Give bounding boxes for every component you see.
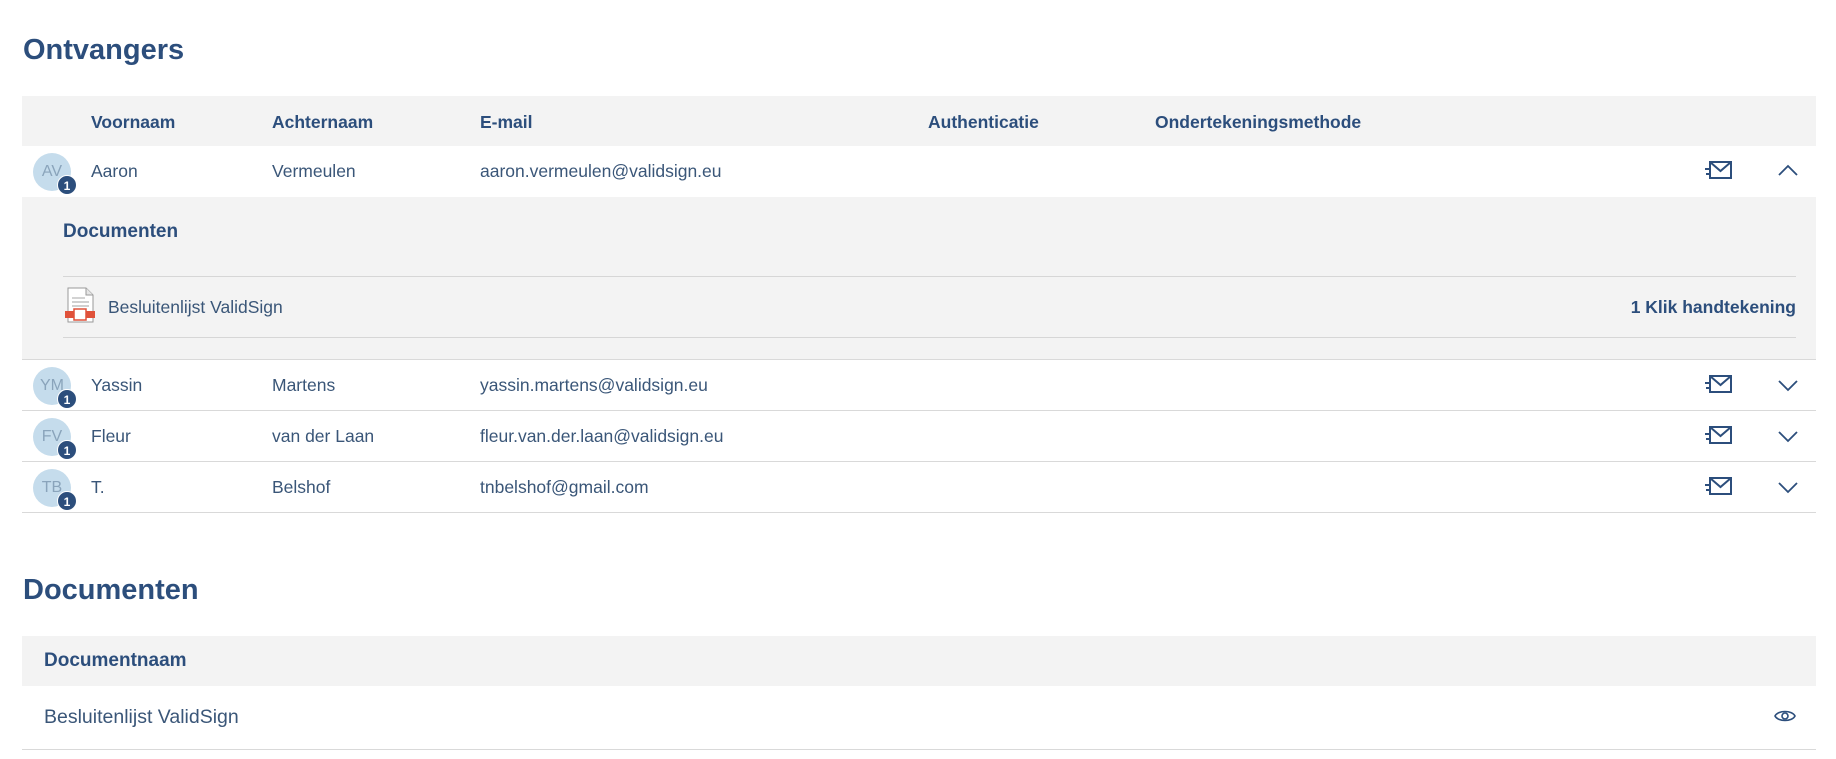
recipients-table-header: Voornaam Achternaam E-mail Authenticatie… xyxy=(22,96,1816,146)
documents-table: Documentnaam Besluitenlijst ValidSign xyxy=(22,636,1816,750)
recipient-documents-title: Documenten xyxy=(63,221,179,242)
header-email: E-mail xyxy=(480,112,533,132)
recipient-document-item: Besluitenlijst ValidSign 1 Klik handteke… xyxy=(63,276,1796,338)
recipient-email: fleur.van.der.laan@validsign.eu xyxy=(480,426,724,446)
recipient-email: yassin.martens@validsign.eu xyxy=(480,375,708,395)
mail-send-icon[interactable] xyxy=(1705,160,1733,182)
recipient-document-name: Besluitenlijst ValidSign xyxy=(108,297,283,317)
page: Ontvangers Voornaam Achternaam E-mail Au… xyxy=(0,0,1836,759)
recipient-row[interactable]: AV 1 Aaron Vermeulen aaron.vermeulen@val… xyxy=(22,146,1816,197)
recipient-first-name: Aaron xyxy=(91,161,138,181)
avatar-badge: 1 xyxy=(57,175,77,195)
chevron-up-icon[interactable] xyxy=(1776,160,1800,182)
documents-title: Documenten xyxy=(23,574,199,606)
chevron-down-icon[interactable] xyxy=(1776,425,1800,447)
recipient-last-name: van der Laan xyxy=(272,426,375,446)
recipient-row[interactable]: YM 1 Yassin Martens yassin.martens@valid… xyxy=(22,360,1816,411)
recipient-first-name: Yassin xyxy=(91,375,143,395)
mail-send-icon[interactable] xyxy=(1705,476,1733,498)
recipient-row[interactable]: FV 1 Fleur van der Laan fleur.van.der.la… xyxy=(22,411,1816,462)
document-name: Besluitenlijst ValidSign xyxy=(44,706,239,728)
avatar-badge: 1 xyxy=(57,389,77,409)
recipient-first-name: Fleur xyxy=(91,426,131,446)
mail-send-icon[interactable] xyxy=(1705,374,1733,396)
chevron-down-icon[interactable] xyxy=(1776,476,1800,498)
recipient-email: tnbelshof@gmail.com xyxy=(480,477,649,497)
header-last-name: Achternaam xyxy=(272,112,374,132)
header-first-name: Voornaam xyxy=(91,112,176,132)
header-signing-method: Ondertekeningsmethode xyxy=(1155,112,1362,132)
recipient-row[interactable]: TB 1 T. Belshof tnbelshof@gmail.com xyxy=(22,462,1816,513)
header-authentication: Authenticatie xyxy=(928,112,1039,132)
header-document-name: Documentnaam xyxy=(44,650,187,671)
chevron-down-icon[interactable] xyxy=(1776,374,1800,396)
recipient-last-name: Vermeulen xyxy=(272,161,356,181)
documents-table-header: Documentnaam xyxy=(22,636,1816,686)
recipient-last-name: Belshof xyxy=(272,477,331,497)
document-row[interactable]: Besluitenlijst ValidSign xyxy=(22,686,1816,750)
avatar-badge: 1 xyxy=(57,491,77,511)
pdf-document-icon xyxy=(65,287,95,323)
recipient-document-signing-method: 1 Klik handtekening xyxy=(1630,297,1796,317)
recipient-first-name: T. xyxy=(91,477,105,497)
recipient-documents-panel: Documenten Besluitenlijst ValidSign 1 Kl… xyxy=(22,197,1816,360)
mail-send-icon[interactable] xyxy=(1705,425,1733,447)
eye-icon[interactable] xyxy=(1774,708,1796,724)
recipients-table: Voornaam Achternaam E-mail Authenticatie… xyxy=(22,96,1816,513)
avatar-badge: 1 xyxy=(57,440,77,460)
recipients-title: Ontvangers xyxy=(23,34,185,66)
recipient-last-name: Martens xyxy=(272,375,336,395)
recipient-email: aaron.vermeulen@validsign.eu xyxy=(480,161,722,181)
